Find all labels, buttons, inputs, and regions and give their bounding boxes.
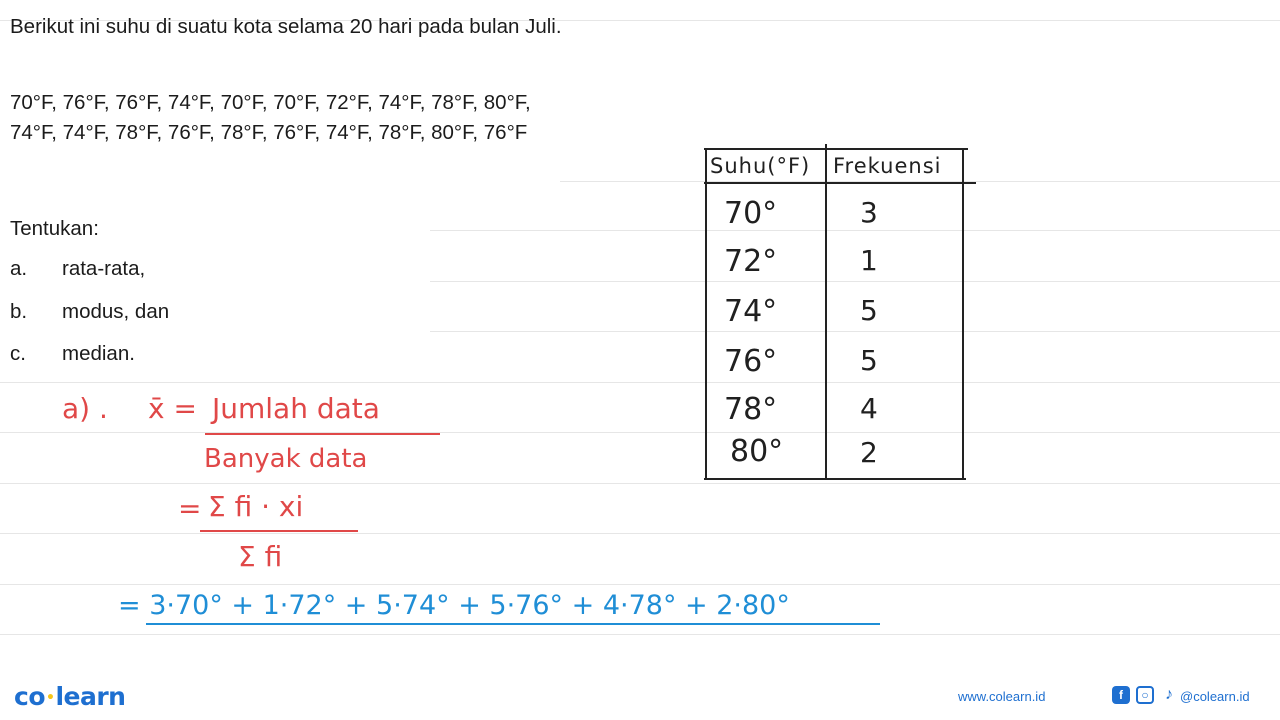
table-cell-frekuensi: 5 <box>860 344 878 377</box>
table-cell-frekuensi: 3 <box>860 196 878 229</box>
option-label: a. <box>10 257 28 280</box>
option-a: a. rata-rata, <box>10 254 145 284</box>
option-text: modus, dan <box>62 300 170 323</box>
eq3-fraction-bar <box>146 623 880 625</box>
question-intro: Berikut ini suhu di suatu kota selama 20… <box>10 15 562 38</box>
logo-left: co <box>14 682 46 711</box>
facebook-icon[interactable]: f <box>1112 686 1130 704</box>
option-text: rata-rata, <box>62 257 146 280</box>
fraction2-numerator: Σ fi · xi <box>208 490 304 523</box>
header-frekuensi: Frekuensi <box>833 154 942 178</box>
option-label: b. <box>10 300 28 323</box>
table-cell-frekuensi: 2 <box>860 436 878 469</box>
option-text: median. <box>62 342 135 365</box>
ruled-line <box>0 432 1280 433</box>
table-column-divider <box>825 144 827 478</box>
option-b: b. modus, dan <box>10 297 169 327</box>
mean-symbol: x̄ = <box>148 392 197 425</box>
frequency-table: Suhu(°F) Frekuensi 70° 3 72° 1 74° 5 76°… <box>700 144 976 480</box>
table-cell-frekuensi: 1 <box>860 244 878 277</box>
ruled-line <box>0 382 1280 383</box>
fraction2-denominator: Σ fi <box>238 540 283 573</box>
table-cell-frekuensi: 5 <box>860 294 878 327</box>
instagram-icon[interactable]: ○ <box>1136 686 1154 704</box>
solution-part-label: a) . <box>62 392 108 425</box>
tiktok-icon[interactable]: ♪ <box>1160 686 1178 704</box>
table-cell-suhu: 78° <box>724 392 778 427</box>
table-cell-suhu: 70° <box>724 196 778 231</box>
option-c: c. median. <box>10 339 135 369</box>
colearn-logo: co•learn <box>14 682 126 711</box>
option-label: c. <box>10 342 26 365</box>
ruled-line <box>0 533 1280 534</box>
temperature-data: 70°F, 76°F, 76°F, 74°F, 70°F, 70°F, 72°F… <box>10 91 531 144</box>
logo-right: learn <box>55 682 126 711</box>
fraction1-bar <box>205 433 440 435</box>
eq3-expression: = 3·70° + 1·72° + 5·74° + 5·76° + 4·78° … <box>118 590 790 621</box>
website-link[interactable]: www.colearn.id <box>958 689 1045 704</box>
eq2-sign: = <box>178 492 202 525</box>
table-cell-suhu: 74° <box>724 294 778 329</box>
table-cell-suhu: 72° <box>724 244 778 279</box>
table-cell-suhu: 80° <box>730 434 784 469</box>
ruled-line <box>0 584 1280 585</box>
task-heading: Tentukan: <box>10 217 99 240</box>
ruled-line <box>0 634 1280 635</box>
table-header-divider <box>704 182 976 184</box>
table-border-right <box>962 148 964 480</box>
table-border-left <box>705 148 707 480</box>
ruled-line <box>0 483 1280 484</box>
social-handle[interactable]: @colearn.id <box>1180 689 1250 704</box>
fraction2-bar <box>200 530 358 532</box>
logo-dot-icon: • <box>46 690 55 706</box>
header-suhu: Suhu(°F) <box>710 154 811 178</box>
table-border-top <box>704 148 968 150</box>
table-cell-frekuensi: 4 <box>860 392 878 425</box>
table-border-bottom <box>704 478 966 480</box>
fraction1-denominator: Banyak data <box>204 444 368 474</box>
table-cell-suhu: 76° <box>724 344 778 379</box>
fraction1-numerator: Jumlah data <box>212 392 380 425</box>
